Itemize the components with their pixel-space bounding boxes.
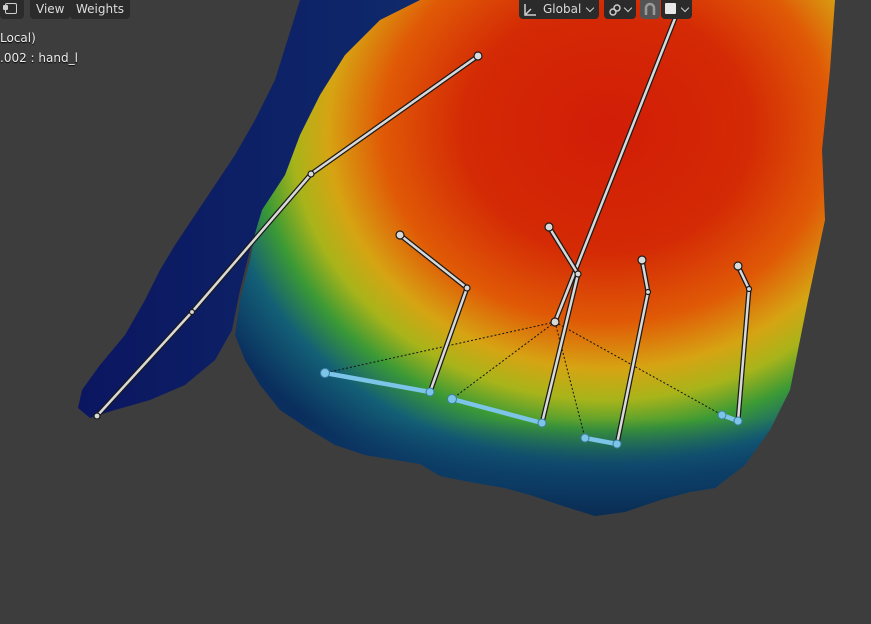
editor-type-icon-dot (3, 5, 8, 10)
chevron-down-icon (680, 3, 690, 13)
pivot-point-dropdown[interactable] (604, 0, 636, 19)
pivot-point-icon (608, 3, 622, 23)
chevron-down-icon (623, 3, 633, 13)
chevron-down-icon (585, 3, 595, 13)
orientation-axes-icon (523, 3, 537, 23)
solid-shading-icon (665, 3, 676, 14)
hand-mesh[interactable] (78, 0, 835, 516)
snap-toggle-button[interactable] (640, 0, 660, 19)
3d-viewport[interactable] (0, 0, 871, 624)
hand-bottom-shadow (235, 300, 800, 516)
shading-dropdown[interactable] (661, 0, 692, 19)
transform-orientation-value: Global (543, 2, 582, 16)
viewport-info-line-2: .002 : hand_l (0, 51, 78, 65)
viewport-info-line-1: Local) (0, 31, 36, 45)
transform-orientation-dropdown[interactable]: Global (519, 0, 599, 19)
menu-view[interactable]: View (30, 0, 71, 19)
menu-weights[interactable]: Weights (70, 0, 131, 19)
editor-type-button[interactable] (0, 0, 24, 19)
snap-magnet-icon (643, 2, 657, 23)
